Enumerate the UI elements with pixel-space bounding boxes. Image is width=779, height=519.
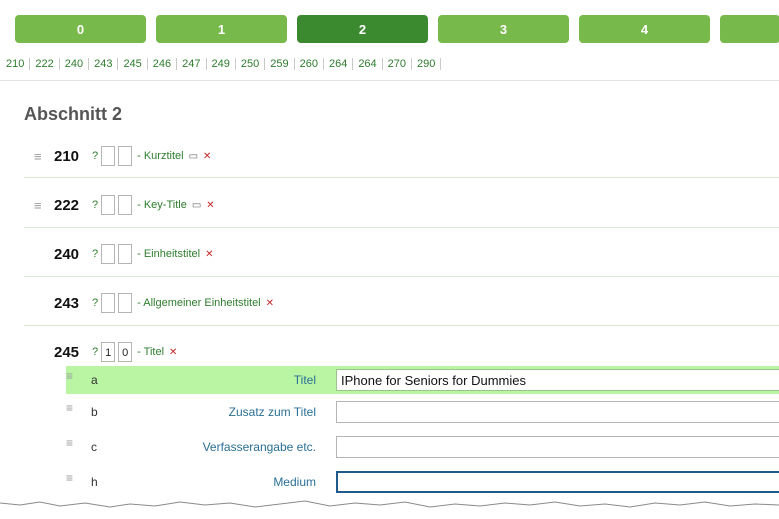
help-link[interactable]: ? [92,297,98,309]
indicator-2-input[interactable] [118,195,133,215]
field-row-245: 245 ? 1 0 - Titel ✕ [34,342,177,362]
field-number-nav: 210 222 240 243 245 246 247 249 250 259 … [6,58,442,70]
torn-edge [0,500,779,519]
field-tag: 210 [54,147,80,165]
subfield-row-b: ≡ b Zusatz zum Titel [66,398,779,426]
statement-of-responsibility-input[interactable] [336,436,779,458]
field-row-240: 240 ? - Einheitstitel ✕ [34,244,214,264]
subfield-code: b [91,405,98,419]
field-label: - Titel [137,346,165,358]
subfield-row-a: ≡ a Titel [66,366,779,394]
field-link[interactable]: 247 [177,58,207,70]
help-link[interactable]: ? [92,248,98,260]
divider [0,80,779,81]
drag-handle-icon[interactable]: ≡ [34,149,54,164]
help-link[interactable]: ? [92,199,98,211]
copy-icon[interactable]: ▭ [189,151,198,162]
help-link[interactable]: ? [92,150,98,162]
subfield-label: Zusatz zum Titel [228,405,316,419]
subfield-code: a [91,373,98,387]
subfield-label: Titel [293,373,316,387]
field-link[interactable]: 290 [412,58,442,70]
tab-bar: 0 1 2 3 4 [15,15,779,43]
field-label: - Allgemeiner Einheitstitel [137,297,261,309]
field-row-210: ≡ 210 ? - Kurztitel ▭ ✕ [34,146,211,166]
field-tag: 240 [54,245,80,263]
divider [24,177,779,178]
indicator-2-input[interactable] [118,244,133,264]
divider [24,227,779,228]
indicator-1-input[interactable]: 1 [101,342,116,362]
tab-1[interactable]: 1 [156,15,287,43]
field-label: - Key-Title [137,199,187,211]
field-link[interactable]: 249 [207,58,236,70]
tab-3[interactable]: 3 [438,15,569,43]
field-link[interactable]: 222 [30,58,60,70]
subfield-row-c: ≡ c Verfasserangabe etc. [66,433,779,461]
drag-handle-icon[interactable]: ≡ [66,436,73,450]
field-link[interactable]: 264 [324,58,354,70]
field-link[interactable]: 240 [60,58,90,70]
delete-icon[interactable]: ✕ [266,298,274,309]
field-row-243: 243 ? - Allgemeiner Einheitstitel ✕ [34,293,274,313]
title-input[interactable] [336,369,779,391]
delete-icon[interactable]: ✕ [205,249,213,260]
subfield-label: Verfasserangabe etc. [202,440,316,454]
field-label: - Kurztitel [137,150,184,162]
field-link[interactable]: 264 [353,58,383,70]
delete-icon[interactable]: ✕ [169,347,177,358]
delete-icon[interactable]: ✕ [203,151,211,162]
section-title: Abschnitt 2 [24,104,123,124]
subfield-row-h: ≡ h Medium [66,468,779,496]
subfield-code: c [91,440,97,454]
subtitle-input[interactable] [336,401,779,423]
field-link[interactable]: 245 [118,58,148,70]
medium-input[interactable] [336,471,779,493]
field-link[interactable]: 260 [295,58,324,70]
tab-2[interactable]: 2 [297,15,428,43]
copy-icon[interactable]: ▭ [192,200,201,211]
divider [24,276,779,277]
tab-5[interactable] [720,15,779,43]
subfield-code: h [91,475,98,489]
indicator-1-input[interactable] [101,146,116,166]
delete-icon[interactable]: ✕ [206,200,214,211]
tab-0[interactable]: 0 [15,15,146,43]
field-link[interactable]: 259 [265,58,295,70]
drag-handle-icon[interactable]: ≡ [66,369,73,383]
field-link[interactable]: 270 [383,58,413,70]
field-label: - Einheitstitel [137,248,201,260]
drag-handle-icon[interactable]: ≡ [66,401,73,415]
drag-handle-icon[interactable]: ≡ [34,198,54,213]
field-row-222: ≡ 222 ? - Key-Title ▭ ✕ [34,195,215,215]
field-tag: 243 [54,294,80,312]
indicator-1-input[interactable] [101,195,116,215]
indicator-1-input[interactable] [101,293,116,313]
field-link[interactable]: 243 [89,58,119,70]
field-link[interactable]: 210 [6,58,31,70]
field-link[interactable]: 246 [148,58,178,70]
indicator-2-input[interactable] [118,146,133,166]
indicator-1-input[interactable] [101,244,116,264]
subfield-label: Medium [273,475,316,489]
tab-4[interactable]: 4 [579,15,710,43]
divider [24,325,779,326]
indicator-2-input[interactable] [118,293,133,313]
field-link[interactable]: 250 [236,58,266,70]
drag-handle-icon[interactable]: ≡ [66,471,73,485]
indicator-2-input[interactable]: 0 [118,342,133,362]
help-link[interactable]: ? [92,346,98,358]
field-tag: 222 [54,196,80,214]
field-tag: 245 [54,343,80,361]
